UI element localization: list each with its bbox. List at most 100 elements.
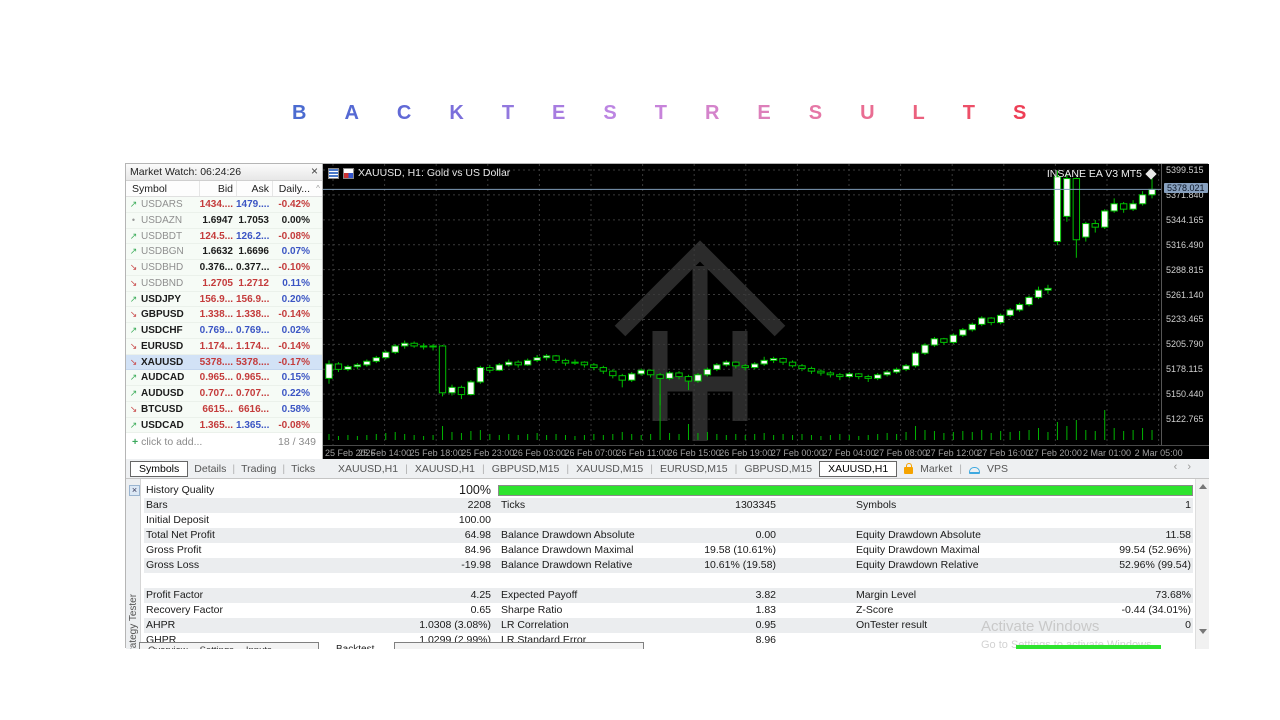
chart-tab-0[interactable]: XAUUSD,H1 xyxy=(338,463,398,475)
title-letter: R xyxy=(704,102,720,124)
tab-scroll-arrows[interactable]: ‹› xyxy=(1174,461,1201,473)
close-icon[interactable]: × xyxy=(129,485,140,496)
vps-tab[interactable]: VPS xyxy=(987,463,1008,475)
candle xyxy=(353,364,362,368)
chart-tab-5[interactable]: GBPUSD,M15 xyxy=(744,463,812,475)
close-icon[interactable]: × xyxy=(311,164,318,178)
candle xyxy=(382,351,390,359)
market-watch-row[interactable]: ↘ EURUSD 1.174... 1.174... -0.14% xyxy=(126,338,322,355)
tester-backtest-tab[interactable]: Backtest xyxy=(336,644,374,649)
candle xyxy=(656,374,664,379)
market-watch-tab-details[interactable]: Details xyxy=(194,463,226,475)
market-watch-row[interactable]: ↗ USDCHF 0.769... 0.769... 0.02% xyxy=(126,323,322,339)
daily-change: -0.42% xyxy=(278,199,310,210)
time-tick-label: 26 Feb 03:00 xyxy=(512,448,566,458)
chart-tab-4[interactable]: EURUSD,M15 xyxy=(660,463,728,475)
chart-panel[interactable]: XAUUSD, H1: Gold vs US Dollar INSANE EA … xyxy=(323,164,1209,459)
candle xyxy=(1082,223,1090,238)
trend-icon: ↗ xyxy=(129,419,138,430)
stat-label: AHPR xyxy=(146,619,176,631)
market-watch-row[interactable]: • USDAZN 1.6947 1.7053 0.00% xyxy=(126,212,322,229)
time-tick-label: 2 Mar 01:00 xyxy=(1082,448,1132,458)
stat-value: 0.95 xyxy=(755,619,776,631)
candle xyxy=(1044,287,1052,291)
candle xyxy=(703,368,712,376)
market-watch-row[interactable]: ↗ USDARS 1434.... 1479.... -0.42% xyxy=(126,197,322,213)
candle xyxy=(495,364,503,371)
title-letter: B xyxy=(292,102,307,124)
current-price-chip: 5378.021 xyxy=(1164,183,1208,194)
stat-label: Gross Loss xyxy=(146,559,200,571)
market-watch-tab-trading[interactable]: Trading xyxy=(241,463,276,475)
market-watch-row[interactable]: ↗ USDCAD 1.365... 1.365... -0.08% xyxy=(126,417,322,434)
price-tick-label: 5178.115 xyxy=(1166,364,1203,375)
scroll-up-icon[interactable] xyxy=(1199,484,1207,489)
tester-bottom-tabs-left[interactable]: Overview Settings Inputs xyxy=(139,642,319,649)
candle xyxy=(930,338,939,346)
column-daily[interactable]: Daily... xyxy=(272,181,313,196)
time-axis: 25 Feb 2026 25 Feb 14:00 25 Feb 18:00 25 Fe… xyxy=(323,445,1209,459)
candle xyxy=(325,363,333,379)
candle xyxy=(902,365,910,370)
candle xyxy=(845,373,853,378)
stat-value: 10.61% (19.58) xyxy=(704,559,776,571)
stat-value: 19.58 (10.61%) xyxy=(704,544,776,556)
chart-tab-3[interactable]: XAUUSD,M15 xyxy=(576,463,643,475)
tester-side-strip: Strategy Tester xyxy=(126,479,141,649)
bid-value: 1.365... xyxy=(199,419,233,431)
tester-bottom-tabs-right[interactable] xyxy=(394,642,644,649)
chart-tabs: XAUUSD,H1 | XAUUSD,H1 | GBPUSD,M15 | XAUUSD,M1… xyxy=(338,459,1008,479)
symbol-name: AUDCAD xyxy=(141,372,185,384)
ea-name: INSANE EA V3 MT5 xyxy=(1046,168,1142,180)
symbol-name: USDBHD xyxy=(141,262,184,273)
market-watch-tab-symbols[interactable]: Symbols xyxy=(130,461,189,477)
scroll-down-icon[interactable] xyxy=(1199,629,1207,634)
market-watch-row[interactable]: ↘ USDBHD 0.376... 0.377... -0.10% xyxy=(126,260,322,276)
candle xyxy=(628,373,636,381)
bid-value: 156.9... xyxy=(199,293,233,305)
candlestick-chart[interactable] xyxy=(323,164,1161,445)
market-watch-row[interactable]: ↘ XAUUSD 5378.... 5378.... -0.17% xyxy=(126,354,322,371)
column-ask[interactable]: Ask xyxy=(236,181,272,196)
chart-tab-2[interactable]: GBPUSD,M15 xyxy=(492,463,560,475)
title-letter: C xyxy=(396,102,412,124)
tester-row: Bars 2208 Ticks 1303345 Symbols 1 xyxy=(144,498,1193,513)
symbol-name: USDBGN xyxy=(141,246,184,258)
price-axis: 5399.515 5371.840 5344.165 5316.490 5288.815… xyxy=(1161,164,1209,445)
column-symbol[interactable]: Symbol xyxy=(126,181,199,196)
scroll-up-icon[interactable]: ^ xyxy=(313,181,323,196)
candle xyxy=(448,386,456,394)
candle xyxy=(1072,178,1081,241)
candle xyxy=(523,359,532,366)
title-letter: S xyxy=(808,102,823,124)
tester-bottom-tab-overview[interactable]: Overview xyxy=(148,645,188,649)
bid-value: 5378.... xyxy=(199,356,233,368)
tester-bottom-tab-inputs[interactable]: Inputs xyxy=(246,645,272,649)
symbol-name: USDBND xyxy=(141,277,184,289)
market-watch-row[interactable]: ↗ AUDCAD 0.965... 0.965... 0.15% xyxy=(126,370,322,386)
bid-value: 0.376... xyxy=(199,262,233,273)
tester-bottom-tab-settings[interactable]: Settings xyxy=(200,645,234,649)
market-watch-row[interactable]: ↗ USDJPY 156.9... 156.9... 0.20% xyxy=(126,291,322,308)
candle xyxy=(807,367,816,372)
market-watch-row[interactable]: ↘ BTCUSD 6615... 6616... 0.58% xyxy=(126,401,322,418)
tester-scrollbar[interactable] xyxy=(1195,479,1209,649)
add-symbol-row[interactable]: + click to add... 18 / 349 xyxy=(126,434,322,451)
market-watch-row[interactable]: ↘ USDBND 1.2705 1.2712 0.11% xyxy=(126,275,322,292)
title-letter: E xyxy=(757,102,771,124)
time-tick-label: 27 Feb 00:00 xyxy=(770,448,824,458)
market-watch-row[interactable]: ↗ AUDUSD 0.707... 0.707... 0.22% xyxy=(126,386,322,402)
column-bid[interactable]: Bid xyxy=(199,181,236,196)
market-watch-tab-ticks[interactable]: Ticks xyxy=(291,463,315,475)
chart-title-bar: XAUUSD, H1: Gold vs US Dollar xyxy=(328,167,510,179)
chart-tab-6[interactable]: XAUUSD,H1 xyxy=(819,461,898,477)
strategy-tester-tab[interactable]: Strategy Tester xyxy=(128,594,139,649)
market-tab[interactable]: Market xyxy=(920,463,952,475)
symbol-name: XAUUSD xyxy=(141,356,184,368)
market-watch-row[interactable]: ↘ GBPUSD 1.338... 1.338... -0.14% xyxy=(126,307,322,323)
market-watch-row[interactable]: ↗ USDBDT 124.5... 126.2... -0.08% xyxy=(126,228,322,245)
chart-tab-1[interactable]: XAUUSD,H1 xyxy=(415,463,475,475)
tabs-row: Symbols Details | Trading | Ticks XAUUSD,H1 | X… xyxy=(126,459,1209,479)
market-watch-row[interactable]: ↗ USDBGN 1.6632 1.6696 0.07% xyxy=(126,244,322,260)
candle xyxy=(675,372,683,378)
